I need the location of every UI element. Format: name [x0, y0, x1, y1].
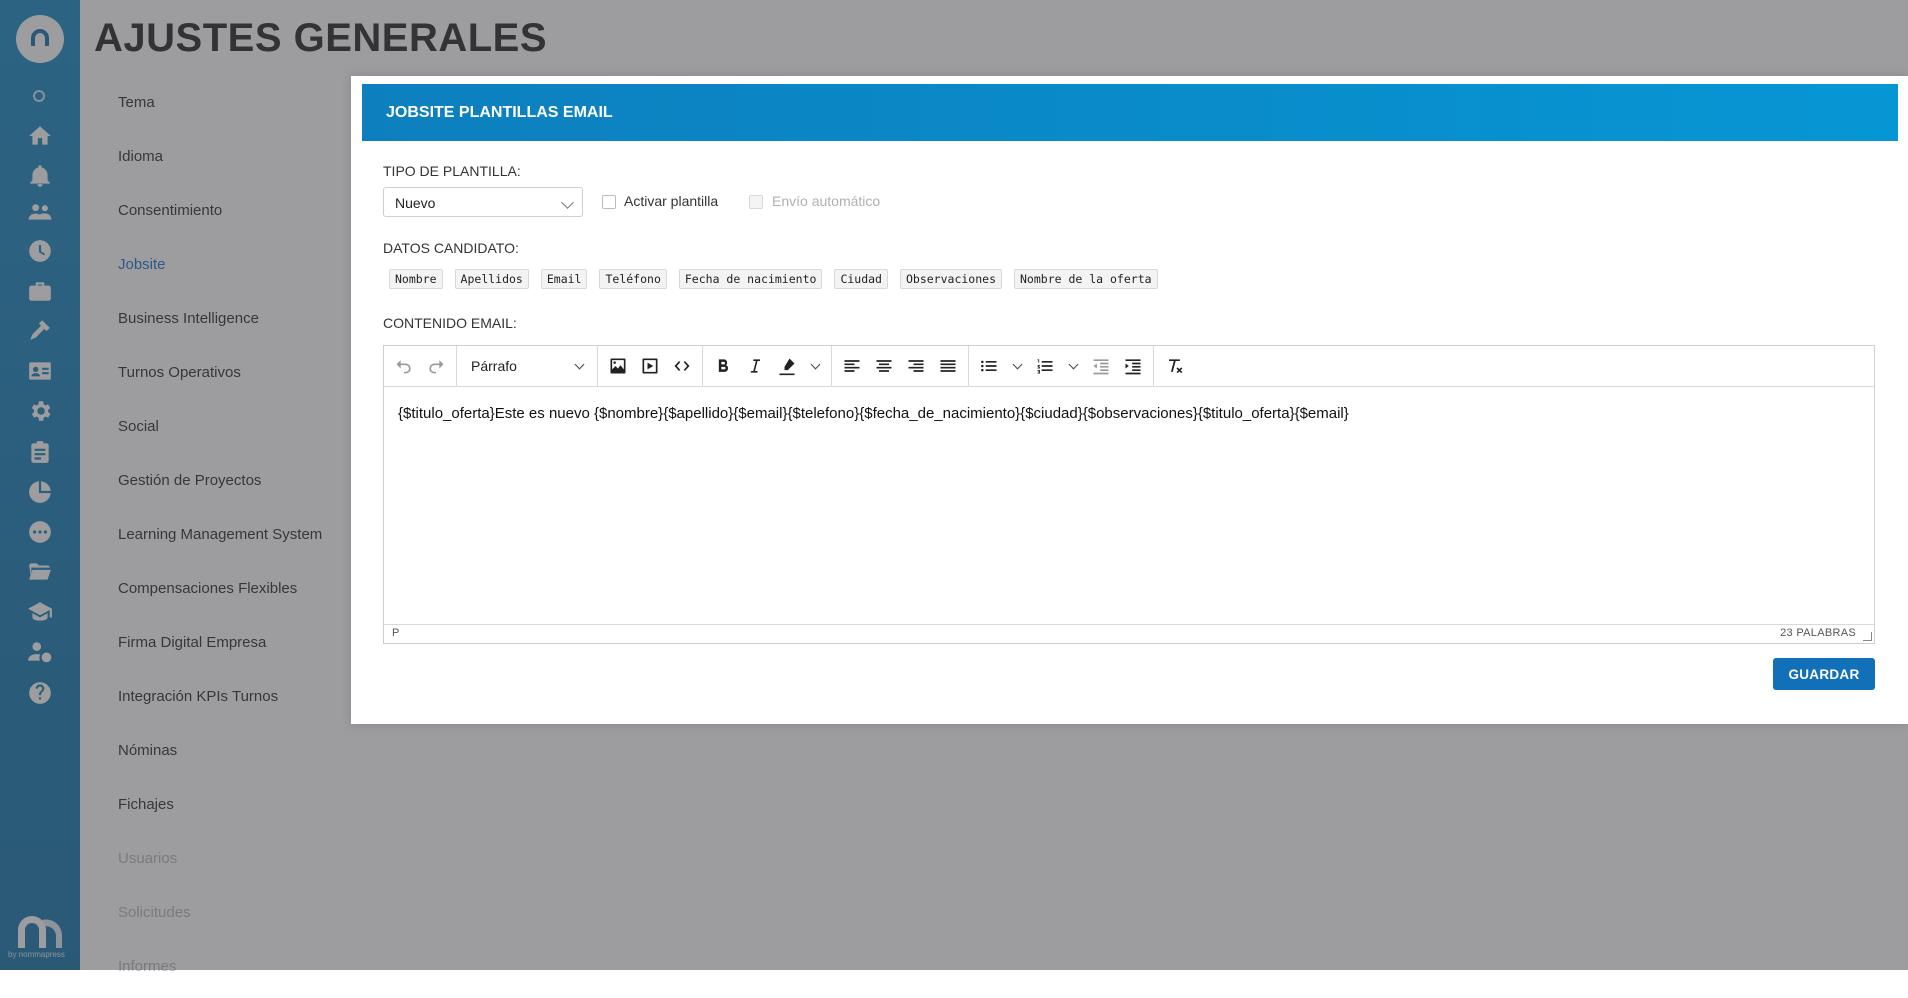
highlight-button[interactable] [771, 350, 803, 382]
element-path[interactable]: P [392, 627, 399, 639]
outdent-icon [1093, 359, 1109, 375]
modal-title: JOBSITE PLANTILLAS EMAIL [362, 84, 1898, 141]
align-left-button[interactable] [836, 350, 868, 382]
align-center-button[interactable] [868, 350, 900, 382]
bold-button[interactable] [707, 350, 739, 382]
chevron-down-icon [810, 359, 820, 369]
clear-format-button[interactable] [1158, 350, 1190, 382]
editor-content[interactable]: {$titulo_oferta}Este es nuevo {$nombre}{… [384, 387, 1874, 440]
italic-button[interactable] [739, 350, 771, 382]
candidate-field-chip[interactable]: Fecha de nacimiento [678, 269, 823, 289]
chevron-down-icon [561, 196, 574, 209]
numbered-list-button[interactable] [1029, 350, 1061, 382]
modal-panel: JOBSITE PLANTILLAS EMAIL TIPO DE PLANTIL… [362, 84, 1898, 712]
resize-handle-icon[interactable] [1863, 632, 1872, 641]
auto-send-label: Envío automático [772, 193, 881, 209]
candidate-field-chip[interactable]: Email [540, 269, 588, 289]
indent-icon [1125, 359, 1141, 375]
align-justify-icon [940, 360, 956, 372]
editor-statusbar: P 23 PALABRAS [384, 624, 1874, 643]
block-format-value: Párrafo [471, 358, 517, 374]
align-center-icon [876, 360, 892, 372]
chevron-down-icon [1012, 359, 1022, 369]
candidate-field-chip[interactable]: Nombre [389, 269, 443, 289]
candidate-data-label: DATOS CANDIDATO: [383, 240, 519, 256]
bold-icon [718, 359, 729, 372]
email-content-label: CONTENIDO EMAIL: [383, 315, 517, 331]
media-icon [642, 358, 658, 374]
style-group [703, 346, 832, 386]
chevron-down-icon [574, 359, 585, 369]
candidate-field-chip[interactable]: Ciudad [834, 269, 888, 289]
block-format-select[interactable]: Párrafo [461, 350, 593, 382]
candidate-field-chip[interactable]: Nombre de la oferta [1014, 269, 1158, 289]
undo-icon [396, 360, 411, 374]
save-button[interactable]: GUARDAR [1773, 658, 1875, 690]
numbered-list-dropdown[interactable] [1061, 350, 1085, 382]
indent-button[interactable] [1117, 350, 1149, 382]
bullet-list-dropdown[interactable] [1005, 350, 1029, 382]
align-right-button[interactable] [900, 350, 932, 382]
clear-group [1154, 346, 1194, 386]
activate-template-checkbox[interactable] [602, 195, 616, 209]
template-type-value: Nuevo [395, 195, 436, 211]
align-left-icon [844, 360, 860, 372]
bullet-list-button[interactable] [973, 350, 1005, 382]
justify-button[interactable] [932, 350, 964, 382]
image-icon [610, 358, 626, 374]
editor-toolbar: Párrafo [384, 346, 1874, 387]
numbered-list-icon [1037, 359, 1053, 374]
redo-button[interactable] [420, 350, 452, 382]
italic-icon [750, 359, 760, 373]
activate-template-label[interactable]: Activar plantilla [624, 193, 718, 209]
history-group [384, 346, 457, 386]
candidate-field-chip[interactable]: Observaciones [899, 269, 1002, 289]
highlight-dropdown[interactable] [803, 350, 827, 382]
candidate-field-chip[interactable]: Teléfono [599, 269, 667, 289]
insert-media-button[interactable] [634, 350, 666, 382]
rich-text-editor: Párrafo {$titulo_oferta}Este es nuevo {$… [383, 345, 1875, 644]
insert-image-button[interactable] [602, 350, 634, 382]
candidate-field-chip[interactable]: Apellidos [454, 269, 529, 289]
insert-group [598, 346, 703, 386]
align-right-icon [908, 360, 924, 372]
outdent-button[interactable] [1085, 350, 1117, 382]
template-type-label: TIPO DE PLANTILLA: [383, 163, 521, 179]
list-group [969, 346, 1154, 386]
clear-format-icon [1169, 359, 1183, 374]
format-group: Párrafo [457, 346, 598, 386]
align-group [832, 346, 969, 386]
bullet-list-icon [981, 360, 997, 372]
word-count[interactable]: 23 PALABRAS [1780, 627, 1856, 639]
template-type-select[interactable]: Nuevo [383, 187, 583, 217]
chevron-down-icon [1068, 359, 1078, 369]
redo-icon [429, 360, 444, 374]
code-icon [674, 361, 690, 371]
candidate-chips: Nombre Apellidos Email Teléfono Fecha de nac… [389, 269, 1158, 289]
highlight-icon [779, 358, 795, 376]
auto-send-checkbox [749, 195, 763, 209]
undo-button[interactable] [388, 350, 420, 382]
email-template-modal: JOBSITE PLANTILLAS EMAIL TIPO DE PLANTIL… [351, 76, 1908, 724]
source-code-button[interactable] [666, 350, 698, 382]
